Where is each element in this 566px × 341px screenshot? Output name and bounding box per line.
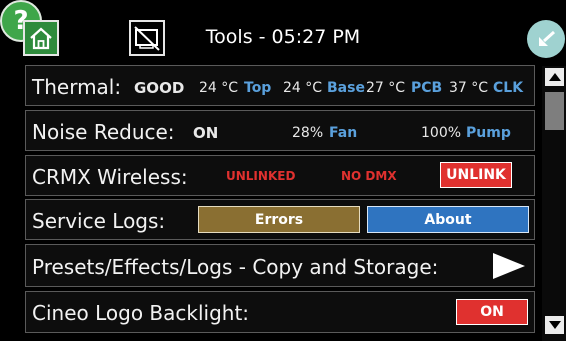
noise-reduce-status[interactable]: ON xyxy=(193,124,218,142)
scroll-up-button[interactable] xyxy=(545,68,564,86)
unlink-button[interactable]: UNLINK xyxy=(440,162,512,188)
about-button[interactable]: About xyxy=(367,206,529,233)
pump-label: Pump xyxy=(466,125,511,141)
backlight-row: Cineo Logo Backlight: ON xyxy=(25,291,535,333)
page-title: Tools - 05:27 PM xyxy=(205,26,361,48)
crmx-link-status: UNLINKED xyxy=(226,169,296,183)
presets-label: Presets/Effects/Logs - Copy and Storage: xyxy=(32,255,439,279)
pump-value: 100% xyxy=(421,125,462,141)
thermal-clk-label: CLK xyxy=(493,80,524,96)
crmx-dmx-status: NO DMX xyxy=(341,169,397,183)
thermal-label: Thermal: xyxy=(32,75,122,99)
scroll-down-button[interactable] xyxy=(545,316,564,334)
noise-reduce-label: Noise Reduce: xyxy=(32,120,175,144)
top-bar: ? Tools - 05:27 PM xyxy=(0,0,566,62)
backlight-label: Cineo Logo Backlight: xyxy=(32,301,250,325)
thermal-base-label: Base xyxy=(327,80,365,96)
back-arrow-icon xyxy=(539,30,556,46)
presets-row[interactable]: Presets/Effects/Logs - Copy and Storage: xyxy=(25,244,535,287)
service-logs-label: Service Logs: xyxy=(32,209,166,233)
thermal-top-label: Top xyxy=(244,80,272,96)
thermal-base-value: 24 °C xyxy=(283,80,323,96)
backlight-toggle-button[interactable]: ON xyxy=(456,299,528,325)
back-button[interactable] xyxy=(527,20,565,58)
crmx-label: CRMX Wireless: xyxy=(32,165,188,189)
thermal-top-value: 24 °C xyxy=(199,80,239,96)
thermal-pcb-label: PCB xyxy=(411,80,443,96)
thermal-row: Thermal: GOOD 24 °C Top 24 °C Base 27 °C… xyxy=(25,65,535,106)
service-logs-row: Service Logs: Errors About xyxy=(25,199,535,240)
chevron-down-icon xyxy=(548,321,561,329)
thermal-clk-value: 37 °C xyxy=(449,80,489,96)
play-arrow-icon[interactable] xyxy=(491,252,527,280)
thermal-status: GOOD xyxy=(134,79,185,97)
chevron-up-icon xyxy=(548,73,561,81)
scrollbar[interactable] xyxy=(542,66,566,341)
scroll-thumb[interactable] xyxy=(545,92,564,130)
fan-value: 28% xyxy=(292,125,324,141)
crmx-row: CRMX Wireless: UNLINKED NO DMX UNLINK xyxy=(25,155,535,196)
thermal-pcb-value: 27 °C xyxy=(366,80,406,96)
fan-label: Fan xyxy=(329,125,358,141)
errors-button[interactable]: Errors xyxy=(198,206,360,233)
noise-reduce-row[interactable]: Noise Reduce: ON 28% Fan 100% Pump xyxy=(25,110,535,151)
